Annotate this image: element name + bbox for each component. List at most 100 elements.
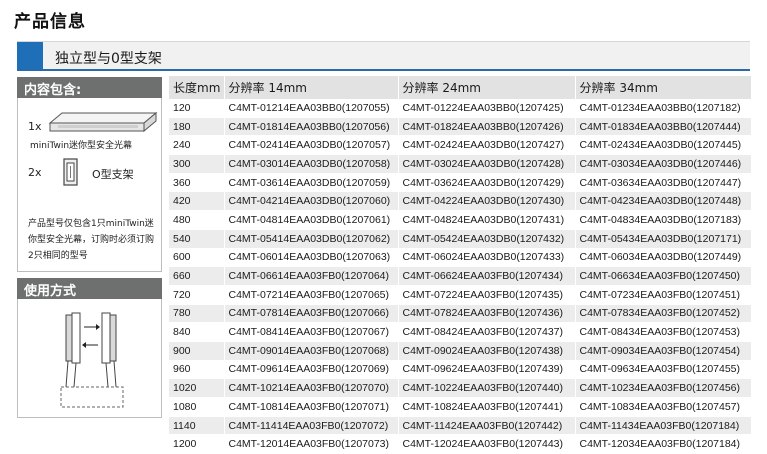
- cell-model-34mm: C4MT-11434EAA03FB0(1207184): [574, 416, 751, 436]
- cell-model-34mm: C4MT-08434EAA03FB0(1207453): [574, 322, 751, 342]
- header-length: 长度mm: [169, 76, 224, 99]
- usage-heading: 使用方式: [17, 278, 162, 299]
- section-header: 独立型与0型支架: [17, 41, 750, 71]
- cell-model-14mm: C4MT-06014EAA03DB0(1207063): [223, 248, 398, 268]
- cell-model-14mm: C4MT-08414EAA03FB0(1207067): [223, 322, 398, 342]
- usage-diagram-icon: [60, 312, 124, 408]
- section-accent-block: [17, 42, 43, 69]
- cell-length: 720: [169, 285, 224, 305]
- cell-model-14mm: C4MT-12014EAA03FB0(1207073): [223, 434, 398, 454]
- cell-model-14mm: C4MT-07214EAA03FB0(1207065): [223, 285, 398, 305]
- cell-model-24mm: C4MT-12024EAA03FB0(1207443): [397, 434, 575, 454]
- header-res-14: 分辨率 14mm: [223, 76, 398, 99]
- table-row: 1140 C4MT-11414EAA03FB0(1207072) C4MT-1142…: [169, 416, 751, 436]
- table-row: 1200 C4MT-12014EAA03FB0(1207073) C4MT-1202…: [169, 434, 751, 454]
- o-bracket-icon: [63, 158, 78, 186]
- cell-model-34mm: C4MT-01234EAA03BB0(1207182): [574, 99, 751, 118]
- cell-length: 1020: [169, 378, 224, 398]
- cell-model-14mm: C4MT-09614EAA03FB0(1207069): [223, 360, 398, 380]
- cell-model-24mm: C4MT-07224EAA03FB0(1207435): [397, 285, 575, 305]
- table-row: 120 C4MT-01214EAA03BB0(1207055) C4MT-01224…: [169, 99, 751, 118]
- cell-length: 780: [169, 304, 224, 324]
- cell-model-14mm: C4MT-05414EAA03DB0(1207062): [223, 229, 398, 249]
- cell-length: 1140: [169, 416, 224, 436]
- cell-model-34mm: C4MT-06634EAA03FB0(1207450): [574, 266, 751, 286]
- table-row: 180 C4MT-01814EAA03BB0(1207056) C4MT-01824…: [169, 117, 751, 137]
- cell-model-34mm: C4MT-03634EAA03DB0(1207447): [574, 173, 751, 193]
- cell-model-24mm: C4MT-11424EAA03FB0(1207442): [397, 416, 575, 436]
- cell-length: 420: [169, 191, 224, 212]
- cell-model-14mm: C4MT-01814EAA03BB0(1207056): [223, 117, 398, 137]
- cell-model-34mm: C4MT-01834EAA03BB0(1207444): [574, 117, 751, 137]
- cell-model-34mm: C4MT-10234EAA03FB0(1207456): [574, 378, 751, 398]
- product-table: 长度mm 分辨率 14mm 分辨率 24mm 分辨率 34mm 120 C4MT-…: [169, 76, 751, 454]
- cell-model-14mm: C4MT-09014EAA03FB0(1207068): [223, 341, 398, 361]
- cell-length: 240: [169, 135, 224, 156]
- cell-model-24mm: C4MT-01824EAA03BB0(1207426): [397, 117, 575, 137]
- cell-model-24mm: C4MT-06624EAA03FB0(1207434): [397, 266, 575, 286]
- cell-model-24mm: C4MT-01224EAA03BB0(1207425): [397, 99, 575, 118]
- cell-model-34mm: C4MT-09634EAA03FB0(1207455): [574, 360, 751, 380]
- cell-model-34mm: C4MT-04234EAA03DB0(1207448): [574, 191, 751, 212]
- table-row: 1020 C4MT-10214EAA03FB0(1207070) C4MT-1022…: [169, 378, 751, 398]
- cell-length: 960: [169, 360, 224, 380]
- cell-model-34mm: C4MT-07834EAA03FB0(1207452): [574, 304, 751, 324]
- cell-length: 360: [169, 173, 224, 193]
- cell-model-24mm: C4MT-05424EAA03DB0(1207432): [397, 229, 575, 249]
- table-row: 540 C4MT-05414EAA03DB0(1207062) C4MT-05424…: [169, 229, 751, 249]
- cell-model-24mm: C4MT-04824EAA03DB0(1207431): [397, 210, 575, 230]
- cell-length: 180: [169, 117, 224, 137]
- cell-length: 660: [169, 266, 224, 286]
- header-res-34: 分辨率 34mm: [574, 76, 751, 99]
- cell-model-34mm: C4MT-02434EAA03DB0(1207445): [574, 135, 751, 156]
- table-row: 600 C4MT-06014EAA03DB0(1207063) C4MT-06024…: [169, 248, 751, 268]
- table-row: 900 C4MT-09014EAA03FB0(1207068) C4MT-09024…: [169, 341, 751, 361]
- cell-model-14mm: C4MT-03614EAA03DB0(1207059): [223, 173, 398, 193]
- item2-caption: O型支架: [92, 168, 134, 181]
- cell-model-24mm: C4MT-09624EAA03FB0(1207439): [397, 360, 575, 380]
- cell-model-14mm: C4MT-03014EAA03DB0(1207058): [223, 154, 398, 174]
- table-row: 780 C4MT-07814EAA03FB0(1207066) C4MT-07824…: [169, 304, 751, 324]
- cell-model-34mm: C4MT-10834EAA03FB0(1207457): [574, 397, 751, 417]
- cell-length: 1200: [169, 434, 224, 454]
- table-row: 420 C4MT-04214EAA03DB0(1207060) C4MT-04224…: [169, 191, 751, 212]
- cell-model-14mm: C4MT-04214EAA03DB0(1207060): [223, 191, 398, 212]
- cell-model-24mm: C4MT-03624EAA03DB0(1207429): [397, 173, 575, 193]
- table-row: 960 C4MT-09614EAA03FB0(1207069) C4MT-09624…: [169, 360, 751, 380]
- table-row: 720 C4MT-07214EAA03FB0(1207065) C4MT-07224…: [169, 285, 751, 305]
- cell-model-34mm: C4MT-06034EAA03DB0(1207449): [574, 248, 751, 268]
- cell-length: 480: [169, 210, 224, 230]
- table-body: 120 C4MT-01214EAA03BB0(1207055) C4MT-01224…: [169, 99, 751, 454]
- table-row: 660 C4MT-06614EAA03FB0(1207064) C4MT-06624…: [169, 266, 751, 286]
- cell-model-14mm: C4MT-01214EAA03BB0(1207055): [223, 99, 398, 118]
- table-row: 360 C4MT-03614EAA03DB0(1207059) C4MT-03624…: [169, 173, 751, 193]
- cell-model-24mm: C4MT-02424EAA03DB0(1207427): [397, 135, 575, 156]
- usage-panel: [17, 299, 162, 418]
- header-res-24: 分辨率 24mm: [397, 76, 575, 99]
- cell-model-14mm: C4MT-10814EAA03FB0(1207071): [223, 397, 398, 417]
- cell-model-14mm: C4MT-11414EAA03FB0(1207072): [223, 416, 398, 436]
- page-title: 产品信息: [14, 12, 86, 32]
- table-row: 1080 C4MT-10814EAA03FB0(1207071) C4MT-1082…: [169, 397, 751, 417]
- cell-model-34mm: C4MT-03034EAA03DB0(1207446): [574, 154, 751, 174]
- cell-model-24mm: C4MT-08424EAA03FB0(1207437): [397, 322, 575, 342]
- cell-model-34mm: C4MT-07234EAA03FB0(1207451): [574, 285, 751, 305]
- cell-model-14mm: C4MT-06614EAA03FB0(1207064): [223, 266, 398, 286]
- item2-qty: 2x: [28, 166, 42, 179]
- cell-length: 120: [169, 99, 224, 118]
- cell-length: 540: [169, 229, 224, 249]
- table-row: 480 C4MT-04814EAA03DB0(1207061) C4MT-04824…: [169, 210, 751, 230]
- cell-model-34mm: C4MT-09034EAA03FB0(1207454): [574, 341, 751, 361]
- item1-caption: miniTwin迷你型安全光幕: [30, 141, 133, 151]
- table-row: 300 C4MT-03014EAA03DB0(1207058) C4MT-03024…: [169, 154, 751, 174]
- cell-model-24mm: C4MT-03024EAA03DB0(1207428): [397, 154, 575, 174]
- table-row: 840 C4MT-08414EAA03FB0(1207067) C4MT-08424…: [169, 322, 751, 342]
- cell-model-14mm: C4MT-10214EAA03FB0(1207070): [223, 378, 398, 398]
- table-header-row: 长度mm 分辨率 14mm 分辨率 24mm 分辨率 34mm: [169, 76, 751, 99]
- cell-model-24mm: C4MT-04224EAA03DB0(1207430): [397, 191, 575, 212]
- cell-model-24mm: C4MT-09024EAA03FB0(1207438): [397, 341, 575, 361]
- cell-length: 900: [169, 341, 224, 361]
- light-curtain-icon: [48, 111, 158, 133]
- cell-model-24mm: C4MT-10224EAA03FB0(1207440): [397, 378, 575, 398]
- cell-model-24mm: C4MT-07824EAA03FB0(1207436): [397, 304, 575, 324]
